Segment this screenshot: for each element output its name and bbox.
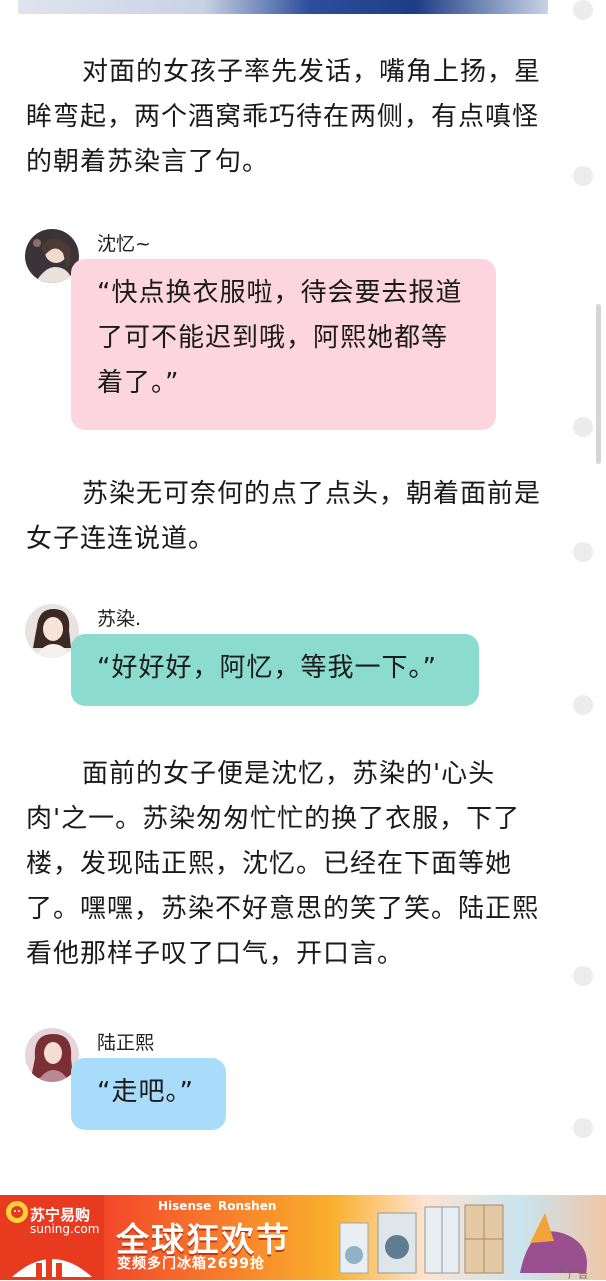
scrollbar[interactable] (596, 304, 601, 464)
ad-logo-en: suning.com (30, 1222, 100, 1236)
top-story-image (18, 0, 548, 14)
story-paragraph: 苏染无可奈何的点了点头，朝着面前是女子连连说道。 (26, 479, 542, 554)
side-dot (573, 417, 593, 437)
ad-brand-hisense: Hisense (158, 1199, 212, 1213)
ad-logo: 苏宁易购 suning.com (0, 1195, 104, 1280)
side-dot (573, 1118, 593, 1138)
dialogue-bubble: “快点换衣服啦，待会要去报道了可不能迟到哦，阿熙她都等着了。” (71, 259, 496, 430)
speaker-name: 陆正熙 (97, 1032, 155, 1054)
ad-brand-ronshen: Ronshen (218, 1199, 277, 1213)
side-dot (573, 966, 593, 986)
side-dot (573, 166, 593, 186)
ad-banner[interactable]: 苏宁易购 suning.com Hisense Ronshen 全球狂欢节 变频… (0, 1195, 606, 1280)
side-dot (573, 542, 593, 562)
speaker-name: 苏染. (97, 608, 142, 630)
side-dot (573, 0, 593, 20)
dialogue-bubble: “走吧。” (71, 1058, 226, 1130)
story-paragraph: 对面的女孩子率先发话，嘴角上扬，星眸弯起，两个酒窝乖巧待在两侧，有点嗔怪的朝着苏… (26, 57, 542, 177)
ad-label: 广告 (568, 1270, 588, 1281)
side-dot (573, 695, 593, 715)
speaker-name: 沈忆~ (97, 233, 151, 255)
dialogue-bubble: “好好好，阿忆，等我一下。” (71, 634, 479, 706)
city-icon (12, 1259, 92, 1277)
story-paragraph: 面前的女子便是沈忆，苏染的'心头肉'之一。苏染匆匆忙忙的换了衣服，下了楼，发现陆… (26, 759, 540, 969)
ad-subline: 变频多门冰箱2699抢 (117, 1256, 265, 1272)
close-icon[interactable]: ✕ (557, 1266, 568, 1277)
lion-icon (6, 1201, 28, 1223)
